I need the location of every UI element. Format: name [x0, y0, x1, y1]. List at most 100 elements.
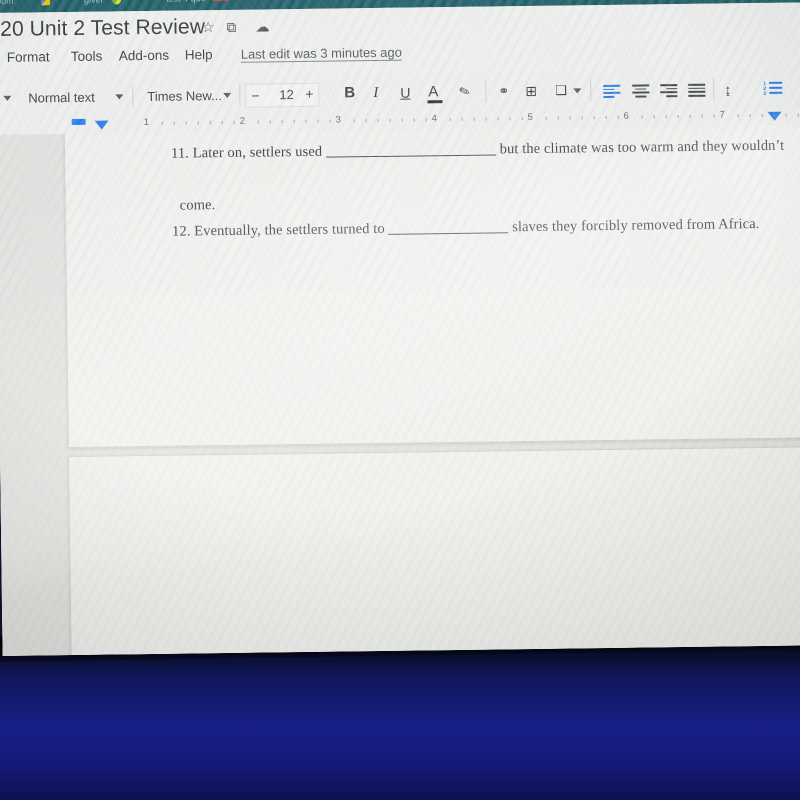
- ruler-tick: [209, 121, 211, 125]
- question-11-prefix: 11. Later on, settlers used: [170, 143, 323, 162]
- ruler-tick: [785, 113, 787, 117]
- add-comment-icon[interactable]: ⊞: [525, 82, 537, 100]
- ruler-tick: [797, 113, 799, 117]
- ruler-tick: [257, 120, 259, 124]
- left-indent-handle[interactable]: [94, 120, 109, 130]
- insert-image-icon[interactable]: ❑: [555, 82, 567, 100]
- ruler-tick: [317, 119, 319, 123]
- ruler-tick: [221, 121, 223, 125]
- ruler-tick: [305, 119, 307, 123]
- ruler-tick: [173, 121, 175, 125]
- ruler-tick: [185, 121, 187, 125]
- chevron-down-icon[interactable]: [223, 92, 232, 99]
- text-color-button[interactable]: A: [428, 83, 438, 101]
- ruler-tick: [569, 116, 571, 120]
- text-color-swatch-icon: [427, 100, 443, 104]
- ruler-tick: [365, 119, 367, 123]
- ruler-tick: [653, 115, 655, 119]
- align-justify-icon[interactable]: [688, 83, 706, 97]
- cloud-status-icon[interactable]: ☁: [255, 18, 269, 34]
- ruler-tick: [701, 114, 703, 118]
- align-left-icon[interactable]: [603, 84, 621, 98]
- chevron-down-icon[interactable]: [115, 94, 124, 100]
- ruler-tick: [449, 118, 451, 122]
- ruler-tick: [353, 119, 355, 123]
- ruler-tick: [605, 115, 607, 120]
- underline-button[interactable]: U: [400, 84, 410, 102]
- ruler-tick: [677, 115, 679, 119]
- question-12: 12. Eventually, the settlers turned to s…: [172, 216, 760, 241]
- ruler-tick: [197, 121, 199, 125]
- menu-item-help[interactable]: Help: [185, 47, 213, 62]
- italic-button[interactable]: I: [373, 84, 378, 102]
- ruler-number: 7: [719, 109, 725, 121]
- ruler-tick: [269, 120, 271, 124]
- ruler-tick: [401, 118, 403, 122]
- menu-item-tools[interactable]: Tools: [71, 49, 103, 64]
- ruler-tick: [509, 117, 511, 121]
- toolbar-divider: [590, 79, 592, 102]
- ruler-tick: [161, 121, 163, 125]
- document-page[interactable]: 10. Originally, settlers tried to use as…: [63, 124, 800, 449]
- ruler-tick: [413, 118, 415, 122]
- document-canvas[interactable]: 10. Originally, settlers tried to use as…: [0, 124, 800, 656]
- ruler-number: 2: [239, 115, 246, 127]
- browser-tab[interactable]: giver: [84, 0, 130, 12]
- ruler-tick: [329, 119, 331, 123]
- ruler-tick: [581, 116, 583, 120]
- question-12-prefix: 12. Eventually, the settlers turned to: [171, 220, 385, 240]
- font-family-selector[interactable]: Times New...: [147, 88, 222, 104]
- laptop-bezel: DELL: [0, 636, 800, 800]
- numbered-list-digit: 3: [763, 90, 767, 97]
- toolbar-divider: [239, 83, 241, 106]
- insert-link-icon[interactable]: ⚭: [498, 82, 509, 100]
- fill-in-blank[interactable]: [388, 232, 509, 235]
- ruler-tick: [377, 118, 379, 122]
- ruler-tick: [773, 113, 775, 117]
- last-edit-status[interactable]: Last edit was 3 minutes ago: [240, 44, 403, 63]
- browser-tab[interactable]: oom: [0, 0, 30, 13]
- font-size-increase-button[interactable]: +: [305, 86, 313, 102]
- ruler-tick: [497, 117, 499, 121]
- paragraph-style-selector[interactable]: Normal text: [28, 90, 95, 106]
- font-size-value[interactable]: 12: [279, 87, 294, 102]
- ruler-tick: [557, 116, 559, 120]
- move-to-folder-icon[interactable]: ⧉: [226, 19, 236, 35]
- bold-button[interactable]: B: [344, 84, 355, 102]
- line-spacing-icon[interactable]: ↨: [724, 80, 731, 98]
- document-title[interactable]: 020 Unit 2 Test Review: [0, 15, 205, 42]
- ruler-number: 4: [431, 113, 438, 125]
- ruler-number: 1: [143, 116, 150, 129]
- ruler-tick: [749, 114, 751, 118]
- chevron-down-icon[interactable]: [573, 88, 582, 94]
- ruler-number: 3: [335, 114, 342, 126]
- font-size-decrease-button[interactable]: −: [251, 88, 259, 104]
- tab-favicon-icon: [41, 0, 51, 6]
- ruler-tick: [425, 118, 427, 122]
- toolbar-divider: [485, 80, 487, 103]
- fill-in-blank[interactable]: [326, 154, 497, 158]
- chevron-down-icon[interactable]: [3, 95, 12, 101]
- ruler-tick: [233, 120, 235, 124]
- menu-item-format[interactable]: Format: [7, 49, 50, 65]
- numbered-list-icon[interactable]: 1 2 3: [763, 81, 783, 97]
- document-page[interactable]: 8-1.5 13. Under mercantilism, countries …: [68, 445, 800, 656]
- ruler-number: 5: [527, 111, 534, 124]
- star-icon[interactable]: ☆: [201, 19, 215, 36]
- ruler-tick: [593, 116, 595, 120]
- ruler-tick: [737, 114, 739, 118]
- align-center-icon[interactable]: [632, 84, 650, 98]
- ruler-tick: [293, 120, 295, 124]
- first-line-indent-handle[interactable]: [71, 118, 86, 125]
- ruler-tick: [641, 115, 643, 119]
- ruler-tick: [281, 120, 283, 124]
- menu-item-add-ons[interactable]: Add-ons: [119, 48, 169, 64]
- laptop-screen: oom giver test 4 que 020 Unit 2 Test Rev…: [0, 0, 800, 656]
- ruler-tick: [473, 117, 475, 121]
- question-11-suffix: but the climate was too warm and they wo…: [499, 137, 785, 158]
- highlight-color-icon[interactable]: ✎: [456, 81, 473, 102]
- ruler-tick: [521, 117, 523, 121]
- ruler-tick: [713, 114, 715, 118]
- align-right-icon[interactable]: [660, 84, 678, 97]
- ruler-tick: [665, 115, 667, 119]
